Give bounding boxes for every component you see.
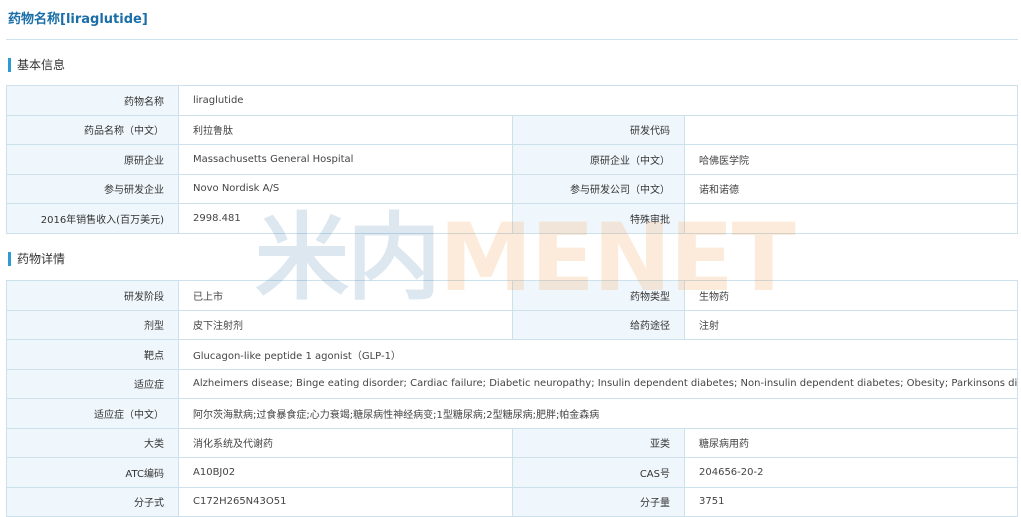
title-divider bbox=[6, 39, 1018, 40]
mw-label: 分子量 bbox=[512, 486, 685, 517]
drug-name-value: liraglutide bbox=[177, 85, 1019, 116]
stage-value: 已上市 bbox=[178, 280, 513, 311]
table-row: 剂型 皮下注射剂 给药途径 注射 bbox=[6, 309, 1018, 340]
sales-value: 2998.481 bbox=[178, 203, 513, 234]
special-review-label: 特殊审批 bbox=[512, 203, 685, 234]
special-review-value bbox=[683, 203, 1019, 234]
sales-label: 2016年销售收入(百万美元) bbox=[6, 203, 179, 234]
table-row: 大类 消化系统及代谢药 亚类 糖尿病用药 bbox=[6, 427, 1018, 458]
originator-cn-label: 原研企业（中文） bbox=[512, 144, 685, 175]
section-heading-details: 药物详情 bbox=[8, 252, 65, 266]
table-row: 参与研发企业 Novo Nordisk A/S 参与研发公司（中文） 诺和诺德 bbox=[6, 173, 1019, 204]
category-value: 消化系统及代谢药 bbox=[178, 427, 513, 458]
partner-cn-value: 诺和诺德 bbox=[683, 173, 1019, 204]
cas-value: 204656-20-2 bbox=[684, 457, 1018, 488]
indication-cn-value: 阿尔茨海默病;过食暴食症;心力衰竭;糖尿病性神经病变;1型糖尿病;2型糖尿病;肥… bbox=[178, 398, 1018, 429]
table-row: 分子式 C172H265N43O51 分子量 3751 bbox=[6, 486, 1018, 517]
originator-cn-value: 哈佛医学院 bbox=[683, 144, 1019, 175]
stage-label: 研发阶段 bbox=[6, 280, 179, 311]
formula-label: 分子式 bbox=[6, 486, 179, 517]
partner-value: Novo Nordisk A/S bbox=[178, 173, 513, 204]
target-label: 靶点 bbox=[6, 339, 179, 370]
table-row: 2016年销售收入(百万美元) 2998.481 特殊审批 bbox=[6, 203, 1019, 234]
table-row: 原研企业 Massachusetts General Hospital 原研企业… bbox=[6, 144, 1019, 175]
table-row: ATC编码 A10BJ02 CAS号 204656-20-2 bbox=[6, 457, 1018, 488]
atc-label: ATC编码 bbox=[6, 457, 179, 488]
route-value: 注射 bbox=[684, 309, 1018, 340]
drug-name-label: 药物名称 bbox=[6, 85, 179, 116]
table-row: 适应症 Alzheimers disease; Binge eating dis… bbox=[6, 368, 1018, 399]
table-row: 适应症（中文） 阿尔茨海默病;过食暴食症;心力衰竭;糖尿病性神经病变;1型糖尿病… bbox=[6, 398, 1018, 429]
category-label: 大类 bbox=[6, 427, 179, 458]
dosage-form-label: 剂型 bbox=[6, 309, 179, 340]
indication-value: Alzheimers disease; Binge eating disorde… bbox=[178, 368, 1018, 399]
indication-cn-label: 适应症（中文） bbox=[6, 398, 179, 429]
basic-info-table: 药物名称 liraglutide 药品名称（中文） 利拉鲁肽 研发代码 原研企业… bbox=[6, 85, 1019, 234]
drug-details-table: 研发阶段 已上市 药物类型 生物药 剂型 皮下注射剂 给药途径 注射 靶点 Gl… bbox=[6, 280, 1018, 517]
route-label: 给药途径 bbox=[512, 309, 685, 340]
originator-value: Massachusetts General Hospital bbox=[178, 144, 513, 175]
originator-label: 原研企业 bbox=[6, 144, 179, 175]
page-title: 药物名称[liraglutide] bbox=[8, 12, 148, 27]
table-row: 药品名称（中文） 利拉鲁肽 研发代码 bbox=[6, 114, 1019, 145]
drug-type-label: 药物类型 bbox=[512, 280, 685, 311]
target-value: Glucagon-like peptide 1 agonist（GLP-1） bbox=[178, 339, 1018, 370]
partner-cn-label: 参与研发公司（中文） bbox=[512, 173, 685, 204]
dosage-form-value: 皮下注射剂 bbox=[178, 309, 513, 340]
product-name-label: 药品名称（中文） bbox=[6, 114, 179, 145]
table-row: 药物名称 liraglutide bbox=[6, 85, 1019, 116]
section-heading-basic: 基本信息 bbox=[8, 58, 65, 72]
table-row: 研发阶段 已上市 药物类型 生物药 bbox=[6, 280, 1018, 311]
mw-value: 3751 bbox=[684, 486, 1018, 517]
dev-code-value bbox=[683, 114, 1019, 145]
dev-code-label: 研发代码 bbox=[512, 114, 685, 145]
subcategory-value: 糖尿病用药 bbox=[684, 427, 1018, 458]
subcategory-label: 亚类 bbox=[512, 427, 685, 458]
indication-label: 适应症 bbox=[6, 368, 179, 399]
table-row: 靶点 Glucagon-like peptide 1 agonist（GLP-1… bbox=[6, 339, 1018, 370]
atc-value: A10BJ02 bbox=[178, 457, 513, 488]
drug-type-value: 生物药 bbox=[684, 280, 1018, 311]
cas-label: CAS号 bbox=[512, 457, 685, 488]
partner-label: 参与研发企业 bbox=[6, 173, 179, 204]
formula-value: C172H265N43O51 bbox=[178, 486, 513, 517]
product-name-value: 利拉鲁肽 bbox=[178, 114, 513, 145]
